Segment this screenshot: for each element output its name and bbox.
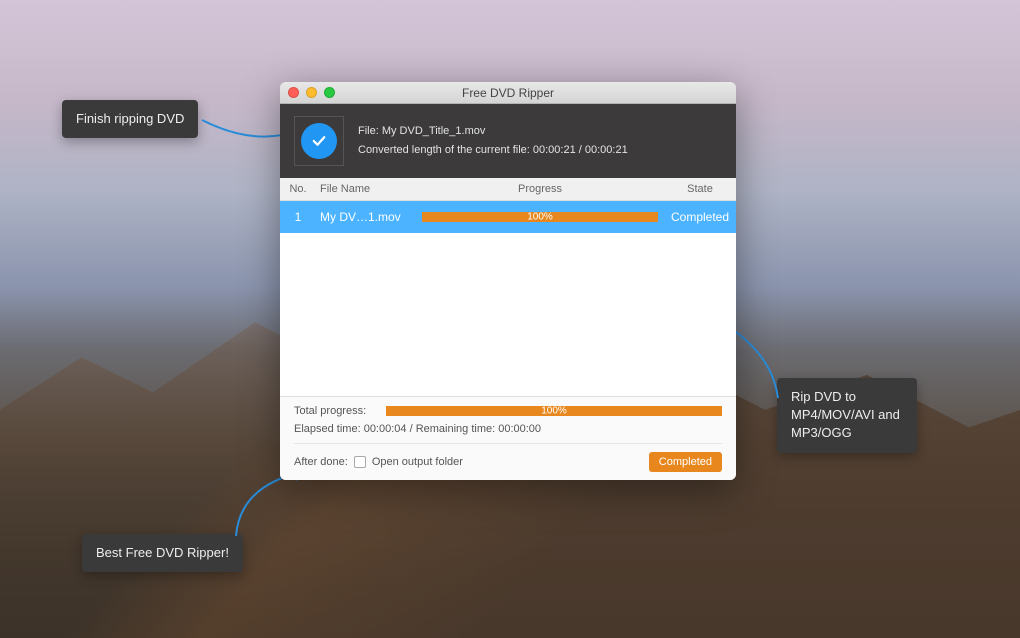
titlebar[interactable]: Free DVD Ripper bbox=[280, 82, 736, 104]
elapsed-remaining-label: Elapsed time: 00:00:04 / Remaining time:… bbox=[294, 423, 722, 435]
footer-panel: Total progress: 100% Elapsed time: 00:00… bbox=[280, 396, 736, 480]
completed-button[interactable]: Completed bbox=[649, 452, 722, 472]
minimize-button[interactable] bbox=[306, 87, 317, 98]
table-row[interactable]: 1 My DV…1.mov 100% Completed bbox=[280, 201, 736, 233]
header-text: File: My DVD_Title_1.mov Converted lengt… bbox=[358, 122, 628, 159]
open-output-label[interactable]: Open output folder bbox=[372, 456, 463, 468]
thumbnail-box bbox=[294, 116, 344, 166]
total-progress-label: Total progress: bbox=[294, 405, 386, 417]
col-header-no[interactable]: No. bbox=[280, 183, 316, 195]
after-done-group: After done: Open output folder bbox=[294, 456, 463, 468]
cell-state: Completed bbox=[664, 210, 736, 224]
col-header-filename[interactable]: File Name bbox=[316, 183, 416, 195]
window-title: Free DVD Ripper bbox=[280, 86, 736, 100]
checkmark-icon bbox=[301, 123, 337, 159]
open-output-checkbox[interactable] bbox=[354, 456, 366, 468]
row-progress-bar: 100% bbox=[422, 212, 658, 222]
total-progress-bar: 100% bbox=[386, 406, 722, 416]
cell-filename: My DV…1.mov bbox=[316, 210, 416, 224]
row-progress-pct: 100% bbox=[527, 212, 553, 223]
close-button[interactable] bbox=[288, 87, 299, 98]
maximize-button[interactable] bbox=[324, 87, 335, 98]
table-body: 1 My DV…1.mov 100% Completed bbox=[280, 201, 736, 396]
col-header-state[interactable]: State bbox=[664, 183, 736, 195]
annotation-rip-formats: Rip DVD to MP4/MOV/AVI and MP3/OGG bbox=[777, 378, 917, 453]
total-progress-row: Total progress: 100% bbox=[294, 405, 722, 417]
annotation-finish-ripping: Finish ripping DVD bbox=[62, 100, 198, 138]
after-done-label: After done: bbox=[294, 456, 348, 468]
table-header: No. File Name Progress State bbox=[280, 178, 736, 201]
header-panel: File: My DVD_Title_1.mov Converted lengt… bbox=[280, 104, 736, 178]
annotation-best-free: Best Free DVD Ripper! bbox=[82, 534, 243, 572]
app-window: Free DVD Ripper File: My DVD_Title_1.mov… bbox=[280, 82, 736, 480]
traffic-lights bbox=[288, 87, 335, 98]
cell-progress: 100% bbox=[416, 212, 664, 222]
col-header-progress[interactable]: Progress bbox=[416, 183, 664, 195]
file-label: File: My DVD_Title_1.mov bbox=[358, 122, 628, 141]
converted-length-label: Converted length of the current file: 00… bbox=[358, 141, 628, 160]
cell-no: 1 bbox=[280, 210, 316, 224]
total-progress-pct: 100% bbox=[541, 406, 567, 417]
